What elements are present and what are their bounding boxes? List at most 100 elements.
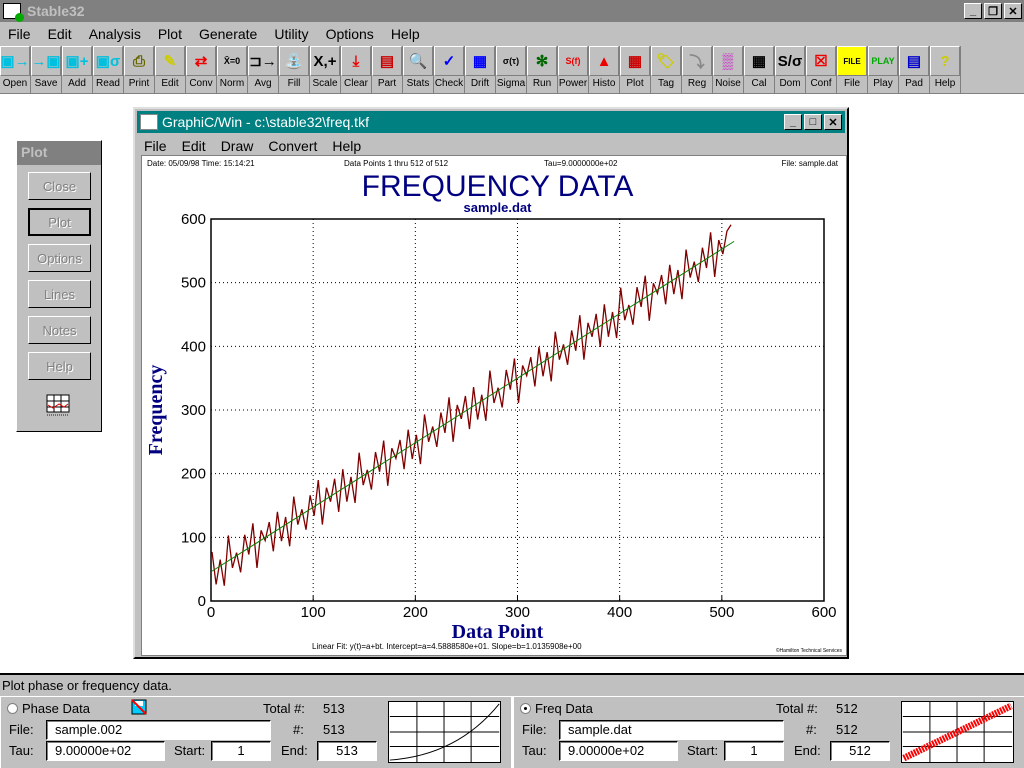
toolbar-cal-button[interactable]: ▦ Cal — [744, 46, 775, 93]
graphic-menu-help[interactable]: Help — [332, 138, 361, 154]
freq-end-field[interactable]: 512 — [830, 741, 890, 761]
freq-start-field[interactable]: 1 — [724, 741, 784, 761]
toolbar-help-button[interactable]: ? Help — [930, 46, 961, 93]
frequency-data-series — [211, 224, 732, 586]
phase-end-label: End: — [281, 743, 308, 758]
menu-options[interactable]: Options — [326, 26, 374, 42]
phase-total-label: Total #: — [263, 701, 305, 716]
toolbar-noise-button[interactable]: ▒ Noise — [713, 46, 744, 93]
plot-grid-icon[interactable] — [45, 393, 71, 417]
menu-generate[interactable]: Generate — [199, 26, 257, 42]
toolbar-part-button[interactable]: ▤ Part — [372, 46, 403, 93]
phase-radio-button[interactable] — [7, 703, 18, 714]
toolbar-play-button[interactable]: PLAY Play — [868, 46, 899, 93]
graphic-menu-convert[interactable]: Convert — [268, 138, 317, 154]
freq-count-value: 512 — [836, 722, 858, 737]
toolbar-stats-button[interactable]: 🔍 Stats — [403, 46, 434, 93]
toolbar-label: Edit — [161, 78, 179, 89]
graphic-window-title-bar: GraphiC/Win - c:\stable32\freq.tkf _ □ ✕ — [137, 111, 845, 133]
menu-analysis[interactable]: Analysis — [89, 26, 141, 42]
close-button[interactable]: ✕ — [1004, 3, 1022, 19]
menu-help[interactable]: Help — [391, 26, 420, 42]
menu-bar: File Edit Analysis Plot Generate Utility Optio… — [0, 22, 1024, 45]
graphic-menu-draw[interactable]: Draw — [221, 138, 254, 154]
toolbar-label: Stats — [406, 78, 430, 89]
toolbar-label: Noise — [715, 78, 741, 89]
toolbar-avg-button[interactable]: ⊐→ Avg — [248, 46, 279, 93]
play-graphic-icon: PLAY — [868, 46, 898, 76]
freq-file-field[interactable]: sample.dat — [559, 720, 784, 740]
toolbar-clear-button[interactable]: ⤓ Clear — [341, 46, 372, 93]
toolbar-file-button[interactable]: FILE File — [837, 46, 868, 93]
freq-data-radio[interactable]: Freq Data — [520, 701, 593, 716]
toolbar-sigma-button[interactable]: σ(τ) Sigma — [496, 46, 527, 93]
minimize-button[interactable]: _ — [964, 3, 982, 19]
menu-file[interactable]: File — [8, 26, 31, 42]
toolbar-norm-button[interactable]: X̄=0 Norm — [217, 46, 248, 93]
toolbar-save-button[interactable]: →▣ Save — [31, 46, 62, 93]
scale-icon: X,+ — [310, 46, 340, 76]
toolbar-add-button[interactable]: ▣+ Add — [62, 46, 93, 93]
phase-data-radio[interactable]: Phase Data — [7, 701, 90, 716]
toolbar-label: Drift — [470, 78, 490, 89]
graphic-maximize-button[interactable]: □ — [804, 114, 822, 130]
graphic-menu-edit[interactable]: Edit — [182, 138, 206, 154]
menu-edit[interactable]: Edit — [48, 26, 72, 42]
help-button[interactable]: Help — [28, 352, 91, 380]
toolbar-histo-button[interactable]: ▲ Histo — [589, 46, 620, 93]
domain-icon: S/σ — [775, 46, 805, 76]
phase-thumbnail-plot[interactable] — [388, 701, 501, 763]
disk-open-icon: ▣→ — [0, 46, 30, 76]
toolbar-label: Plot — [626, 78, 644, 89]
options-button[interactable]: Options — [28, 244, 91, 272]
graphic-menu-file[interactable]: File — [144, 138, 167, 154]
toolbar-print-button[interactable]: ⎙ Print — [124, 46, 155, 93]
x-tick-label: 300 — [505, 604, 530, 621]
phase-tau-field[interactable]: 9.00000e+02 — [46, 741, 165, 761]
phase-panel: Phase Data Total #: 513 File: sample.002… — [0, 696, 511, 768]
toolbar-reg-button[interactable]: ⤵ Reg — [682, 46, 713, 93]
toolbar-dom-button[interactable]: S/σ Dom — [775, 46, 806, 93]
toolbar-label: Add — [68, 78, 86, 89]
graphic-minimize-button[interactable]: _ — [784, 114, 802, 130]
histogram-icon: ▲ — [589, 46, 619, 76]
close-button[interactable]: Close — [28, 172, 91, 200]
phase-start-field[interactable]: 1 — [211, 741, 271, 761]
toolbar-conf-button[interactable]: ☒ Conf — [806, 46, 837, 93]
toolbar-fill-button[interactable]: ⛲ Fill — [279, 46, 310, 93]
toolbar-pad-button[interactable]: ▤ Pad — [899, 46, 930, 93]
menu-plot[interactable]: Plot — [158, 26, 182, 42]
lines-button[interactable]: Lines — [28, 280, 91, 308]
toolbar-open-button[interactable]: ▣→ Open — [0, 46, 31, 93]
graphic-app-icon[interactable] — [140, 114, 158, 130]
toolbar-power-button[interactable]: S(f) Power — [558, 46, 589, 93]
toolbar-conv-button[interactable]: ⇄ Conv — [186, 46, 217, 93]
freq-tau-field[interactable]: 9.00000e+02 — [559, 741, 678, 761]
checkmark-icon: ✓ — [434, 46, 464, 76]
phase-file-field[interactable]: sample.002 — [46, 720, 271, 740]
freq-radio-button[interactable] — [520, 703, 531, 714]
convert-arrows-icon: ⇄ — [186, 46, 216, 76]
plot-button[interactable]: Plot — [28, 208, 91, 236]
toolbar: ▣→ Open →▣ Save ▣+ Add ▣σ Read ⎙ Print ✎ Edit ⇄ Conv X… — [0, 45, 1024, 94]
faucet-icon: ⛲ — [279, 46, 309, 76]
graphic-menu-bar: File Edit Draw Convert Help — [135, 135, 847, 157]
file-folder-icon: FILE — [837, 46, 867, 76]
restore-button[interactable]: ❐ — [984, 3, 1002, 19]
toolbar-read-button[interactable]: ▣σ Read — [93, 46, 124, 93]
toolbar-plot-button[interactable]: ▦ Plot — [620, 46, 651, 93]
menu-utility[interactable]: Utility — [274, 26, 308, 42]
toolbar-tag-button[interactable]: 🏷 Tag — [651, 46, 682, 93]
graphic-close-button[interactable]: ✕ — [824, 114, 842, 130]
no-save-disk-icon[interactable] — [131, 699, 147, 715]
toolbar-run-button[interactable]: ✻ Run — [527, 46, 558, 93]
phase-end-field[interactable]: 513 — [317, 741, 377, 761]
freq-thumbnail-plot[interactable] — [901, 701, 1014, 763]
toolbar-drift-button[interactable]: ▦ Drift — [465, 46, 496, 93]
toolbar-edit-button[interactable]: ✎ Edit — [155, 46, 186, 93]
notes-button[interactable]: Notes — [28, 316, 91, 344]
stable32-app-icon[interactable] — [3, 3, 24, 22]
toolbar-check-button[interactable]: ✓ Check — [434, 46, 465, 93]
toolbar-scale-button[interactable]: X,+ Scale — [310, 46, 341, 93]
toolbar-label: Avg — [254, 78, 272, 89]
